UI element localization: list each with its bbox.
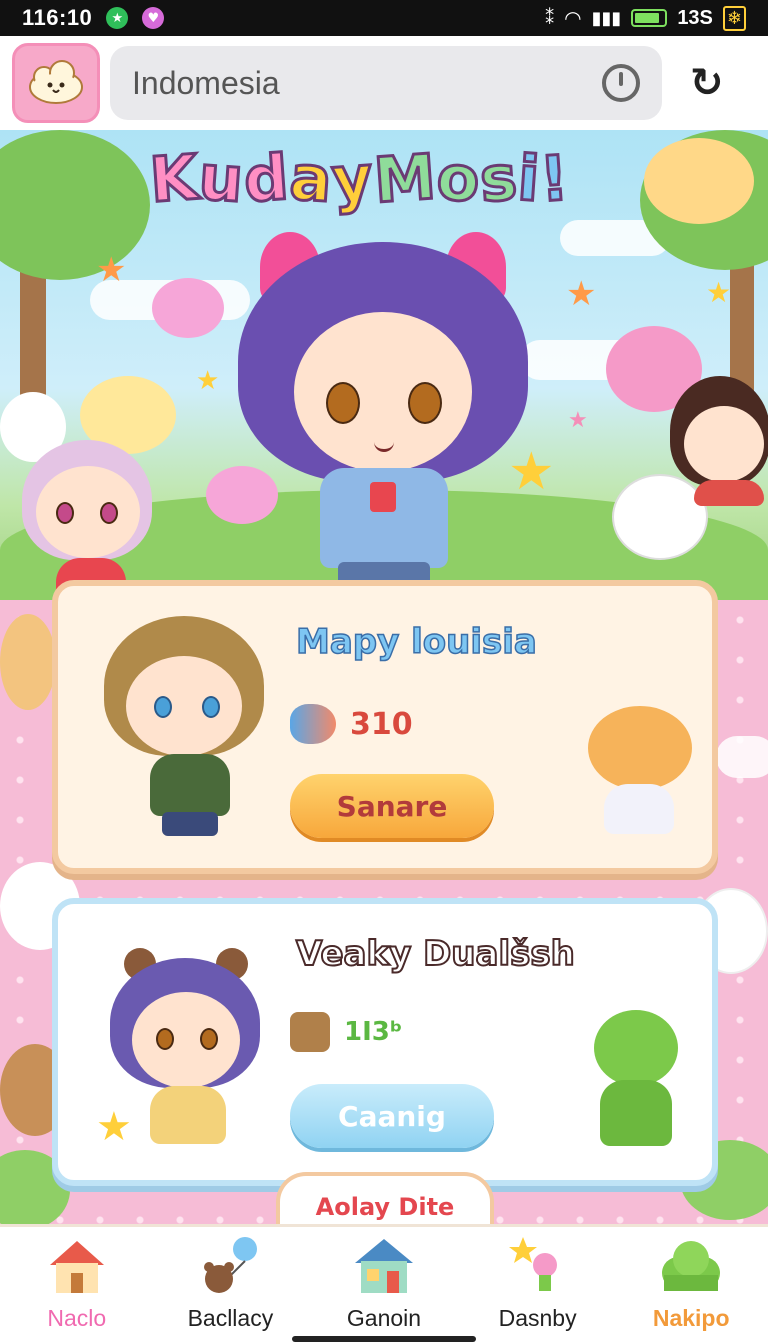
nav-label: Bacllacy [187, 1305, 274, 1331]
search-bar[interactable]: Indomesia [110, 46, 662, 120]
nav-item-bacllacy[interactable]: Bacllacy [154, 1227, 308, 1344]
cloud-mascot-icon [29, 60, 83, 104]
star-icon: ★ [96, 1104, 132, 1150]
card-stat-value: 1I3ᵇ [344, 1017, 403, 1047]
star-icon: ★ [196, 366, 220, 396]
bear-mascot [588, 706, 698, 836]
star-icon: ★ [96, 250, 127, 290]
nav-label: Nakipo [652, 1305, 730, 1331]
nav-item-nakipo[interactable]: Nakipo [614, 1227, 768, 1344]
card-title: Veaky Dualšsh [295, 933, 576, 975]
hero-character [238, 232, 528, 596]
nav-label: Ganoin [346, 1305, 422, 1331]
bottom-navigation: Naclo Bacllacy Ganoin Dasnby Nakipo [0, 1224, 768, 1344]
yellow-cloud-mascot [644, 138, 754, 224]
star-icon: ★ [706, 276, 732, 309]
card-action-button[interactable]: Sanare [290, 774, 494, 838]
card-character-brown-hair [104, 616, 264, 836]
character-card[interactable]: ★ Veaky Dualšsh 1I3ᵇ Caanig [52, 898, 718, 1186]
bush-icon [662, 1241, 721, 1291]
cloud [716, 736, 768, 778]
vibrate-icon: ⁑ [545, 7, 555, 29]
card-stat: 310 [290, 704, 413, 744]
hero-banner: Kuday Mosi! ★ ★ ★ ★ ★ ★ [0, 130, 768, 600]
side-character-dark-hair [670, 376, 768, 506]
home-indicator[interactable] [292, 1336, 476, 1342]
star-icon: ★ [566, 274, 597, 314]
nav-item-ganoin[interactable]: Ganoin [307, 1227, 461, 1344]
bear-balloon-icon [204, 1237, 258, 1293]
pink-cloud-mascot [152, 278, 224, 338]
character-card[interactable]: Mapy louisia 310 Sanare [52, 580, 718, 874]
star-wand-icon [508, 1237, 557, 1291]
nav-item-dasnby[interactable]: Dasnby [461, 1227, 615, 1344]
bottom-tab-label: Aolay Dite [315, 1193, 455, 1221]
card-stat: 1I3ᵇ [290, 1012, 402, 1052]
star-icon: ★ [568, 408, 588, 433]
search-input[interactable]: Indomesia [132, 65, 602, 102]
battery-icon [631, 9, 668, 27]
side-character-pink-hair [12, 440, 152, 600]
card-character-purple-hair [110, 948, 260, 1148]
carrot-icon [290, 704, 336, 744]
house-icon [49, 1241, 104, 1293]
tree-top [0, 130, 150, 280]
notification-heart-icon: ♥ [142, 7, 165, 29]
green-bear-mascot [588, 1010, 684, 1150]
easel-icon [290, 1012, 330, 1052]
bear-mascot [0, 614, 56, 710]
refresh-icon[interactable]: ↻ [690, 60, 724, 106]
wifi-icon: ◠ [564, 6, 582, 30]
app-icon[interactable] [12, 43, 100, 123]
charging-icon: ❄ [722, 5, 746, 31]
status-time: 116:10 [22, 5, 93, 30]
clock-search-icon[interactable] [602, 64, 640, 102]
nav-label: Naclo [47, 1305, 107, 1331]
signal-icon: ▮▮▮ [591, 7, 622, 29]
top-bar: Indomesia ↻ [0, 36, 768, 130]
card-action-button[interactable]: Caanig [290, 1084, 494, 1148]
nav-label: Dasnby [498, 1305, 577, 1331]
status-bar: 116:10 ★ ♥ ⁑ ◠ ▮▮▮ 13S ❄ [0, 0, 768, 36]
battery-percent: 13S [677, 6, 713, 29]
card-stat-value: 310 [350, 706, 413, 742]
nav-item-naclo[interactable]: Naclo [0, 1227, 154, 1344]
card-title: Mapy louisia [295, 621, 537, 663]
notification-star-icon: ★ [106, 7, 129, 29]
shop-icon [354, 1239, 413, 1293]
hero-title: Kuday Mosi! [146, 138, 574, 218]
